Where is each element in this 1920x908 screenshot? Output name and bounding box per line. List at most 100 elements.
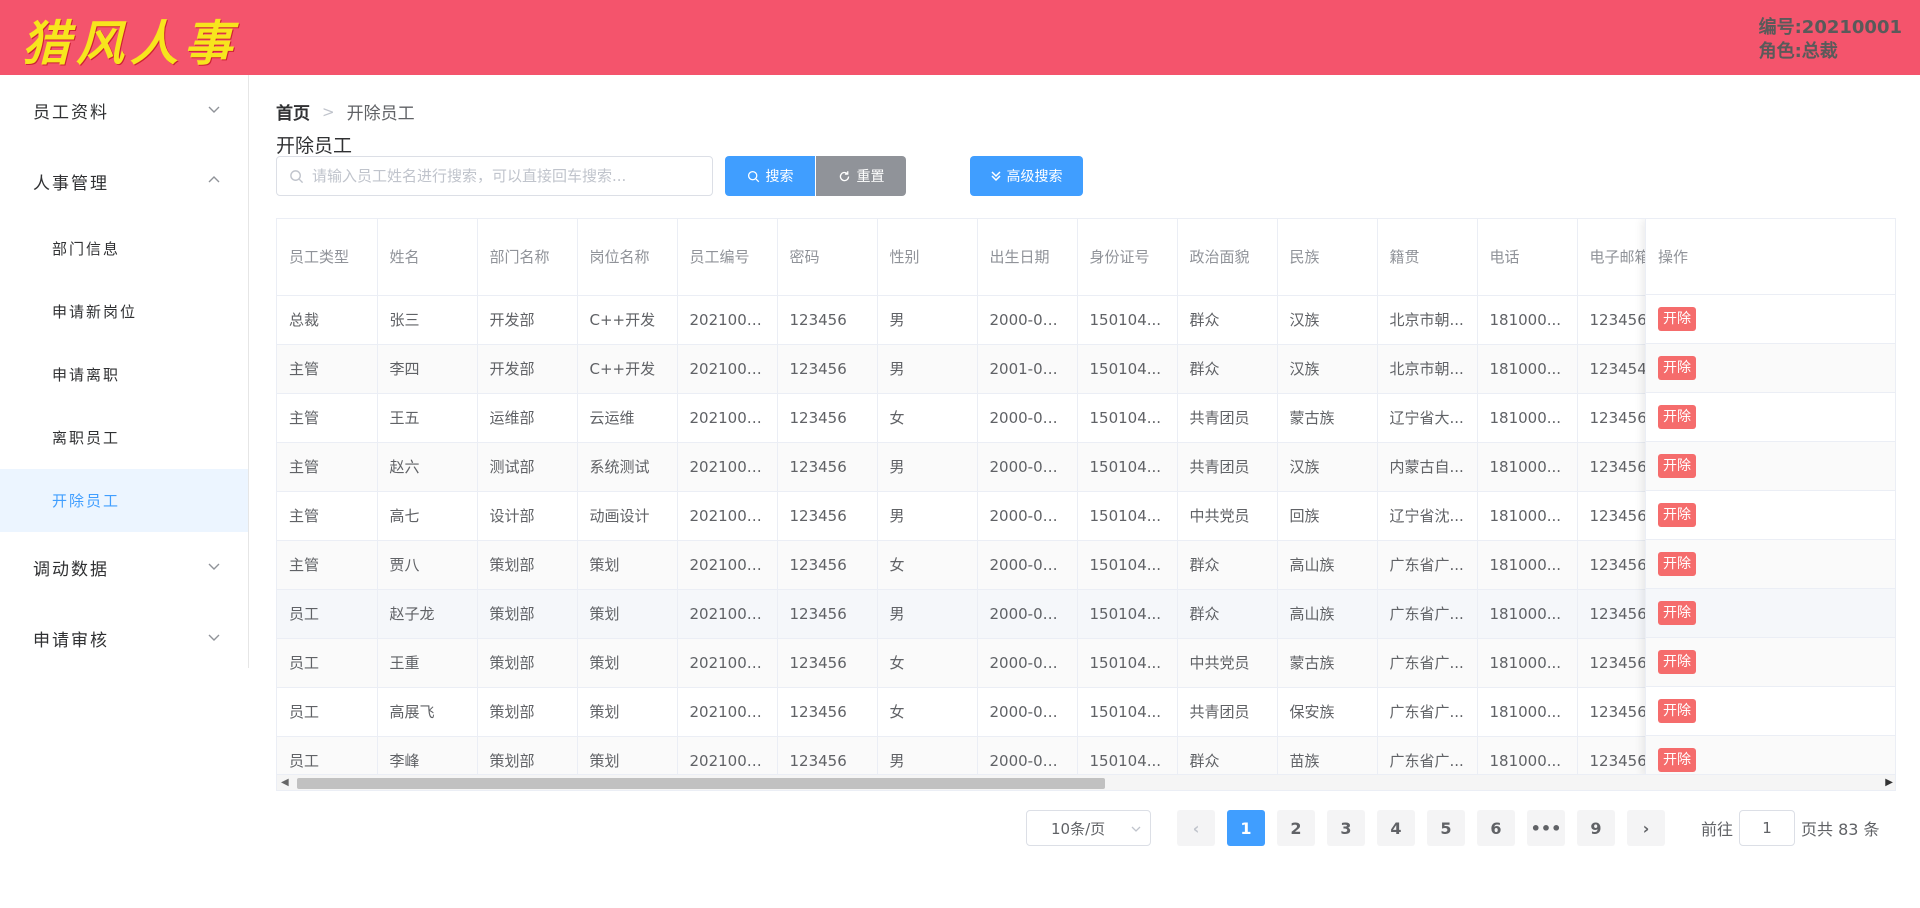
table-cell: 策划 — [577, 638, 678, 688]
page-size-select[interactable]: 10条/页 — [1026, 810, 1151, 846]
fire-button[interactable]: 开除 — [1658, 405, 1696, 429]
table-cell: 共青团员 — [1177, 687, 1278, 737]
table-cell: 181000... — [1477, 491, 1578, 541]
table-cell: 主管 — [277, 491, 378, 541]
menu-group-transfer-data[interactable]: 调动数据 — [0, 532, 248, 603]
table-cell: C++开发 — [577, 344, 678, 394]
more-pages-icon[interactable]: ••• — [1527, 810, 1565, 846]
advanced-search-label: 高级搜索 — [1006, 168, 1063, 184]
operation-header: 操作 — [1646, 219, 1895, 295]
operation-cell: 开除 — [1646, 295, 1895, 344]
app-logo: 猎风人事 — [22, 16, 239, 72]
table-cell: 辽宁省沈... — [1377, 491, 1478, 541]
page-button[interactable]: 2 — [1277, 810, 1315, 846]
advanced-search-button[interactable]: 高级搜索 — [970, 156, 1083, 196]
column-header: 出生日期 — [977, 219, 1078, 296]
table-cell: 系统测试 — [577, 442, 678, 492]
fire-button[interactable]: 开除 — [1658, 503, 1696, 527]
goto-page-input[interactable] — [1739, 810, 1796, 846]
table-cell: 汉族 — [1277, 344, 1378, 394]
table-cell: 20210007 — [677, 589, 778, 639]
table-cell: 员工 — [277, 638, 378, 688]
table-cell: 181000... — [1477, 540, 1578, 590]
user-role: 角色:总裁 — [1758, 41, 1838, 62]
breadcrumb-separator-icon: > — [322, 102, 335, 121]
table-cell: 123456 — [777, 295, 878, 345]
breadcrumb-home[interactable]: 首页 — [276, 99, 310, 124]
sidebar-item-department-info[interactable]: 部门信息 — [0, 217, 248, 280]
reset-button[interactable]: 重置 — [816, 156, 906, 196]
table-cell: 123456 — [777, 638, 878, 688]
scroll-left-icon[interactable]: ◀ — [281, 777, 289, 788]
scroll-right-icon[interactable]: ▶ — [1885, 777, 1893, 788]
table-cell: 20210006 — [677, 540, 778, 590]
table-cell: 测试部 — [477, 442, 578, 492]
page-title: 开除员工 — [276, 135, 353, 157]
table-cell: 群众 — [1177, 589, 1278, 639]
reset-button-label: 重置 — [856, 168, 885, 184]
sidebar-item-fired-employees[interactable]: 开除员工 — [0, 469, 248, 532]
table-cell: 123456 — [777, 589, 878, 639]
prev-page-button[interactable]: ‹ — [1177, 810, 1215, 846]
column-header: 密码 — [777, 219, 878, 296]
table-cell: 运维部 — [477, 393, 578, 443]
table-cell: 150104... — [1077, 491, 1178, 541]
scrollbar-thumb[interactable] — [297, 778, 1105, 789]
table-cell: 赵六 — [377, 442, 478, 492]
fire-button[interactable]: 开除 — [1658, 356, 1696, 380]
fire-button[interactable]: 开除 — [1658, 601, 1696, 625]
horizontal-scrollbar[interactable]: ◀ ▶ — [277, 774, 1895, 790]
search-icon — [290, 169, 304, 183]
table-cell: 云运维 — [577, 393, 678, 443]
page-button[interactable]: 1 — [1227, 810, 1265, 846]
sidebar-item-resignation-request[interactable]: 申请离职 — [0, 343, 248, 406]
table-cell: 男 — [877, 589, 978, 639]
page-button[interactable]: 5 — [1427, 810, 1465, 846]
chevron-down-icon — [208, 634, 220, 641]
page-button[interactable]: 4 — [1377, 810, 1415, 846]
sidebar-item-resigned-employees[interactable]: 离职员工 — [0, 406, 248, 469]
table-cell: 150104... — [1077, 589, 1178, 639]
fire-button[interactable]: 开除 — [1658, 307, 1696, 331]
table-cell: 主管 — [277, 393, 378, 443]
fire-button[interactable]: 开除 — [1658, 552, 1696, 576]
table-cell: 181000... — [1477, 344, 1578, 394]
table-cell: 高山族 — [1277, 589, 1378, 639]
operation-cell: 开除 — [1646, 442, 1895, 491]
table-cell: 蒙古族 — [1277, 638, 1378, 688]
page-button[interactable]: 9 — [1577, 810, 1615, 846]
table-cell: 群众 — [1177, 344, 1278, 394]
menu-group-hr-management[interactable]: 人事管理 — [0, 146, 248, 217]
search-button[interactable]: 搜索 — [725, 156, 815, 196]
table-cell: 123456 — [777, 687, 878, 737]
total-label: 页共 83 条 — [1801, 820, 1880, 839]
column-header: 政治面貌 — [1177, 219, 1278, 296]
table-cell: 20210001 — [677, 295, 778, 345]
column-header: 岗位名称 — [577, 219, 678, 296]
employee-table: 员工类型 姓名 部门名称 岗位名称 员工编号 密码 性别 出生日期 身份证号 政治面貌 民族 籍贯 电话… — [276, 218, 1896, 791]
column-header: 民族 — [1277, 219, 1378, 296]
search-input[interactable] — [312, 167, 712, 185]
table-cell: 男 — [877, 344, 978, 394]
table-cell: 女 — [877, 687, 978, 737]
goto-label: 前往 — [1701, 820, 1734, 839]
table-cell: 群众 — [1177, 295, 1278, 345]
table-cell: 181000... — [1477, 393, 1578, 443]
page-button[interactable]: 3 — [1327, 810, 1365, 846]
fire-button[interactable]: 开除 — [1658, 454, 1696, 478]
page-goto: 前往 页共 83 条 — [1701, 810, 1880, 846]
table-cell: 2000-01... — [977, 491, 1078, 541]
table-cell: 广东省广... — [1377, 638, 1478, 688]
sidebar-item-new-position[interactable]: 申请新岗位 — [0, 280, 248, 343]
next-page-button[interactable]: › — [1627, 810, 1665, 846]
fire-button[interactable]: 开除 — [1658, 650, 1696, 674]
chevron-down-icon — [208, 106, 220, 113]
search-icon — [747, 170, 759, 182]
search-box — [276, 156, 713, 196]
fire-button[interactable]: 开除 — [1658, 748, 1696, 772]
menu-group-approval[interactable]: 申请审核 — [0, 603, 248, 674]
page-button[interactable]: 6 — [1477, 810, 1515, 846]
table-cell: 男 — [877, 295, 978, 345]
menu-group-employee-info[interactable]: 员工资料 — [0, 75, 248, 146]
fire-button[interactable]: 开除 — [1658, 699, 1696, 723]
